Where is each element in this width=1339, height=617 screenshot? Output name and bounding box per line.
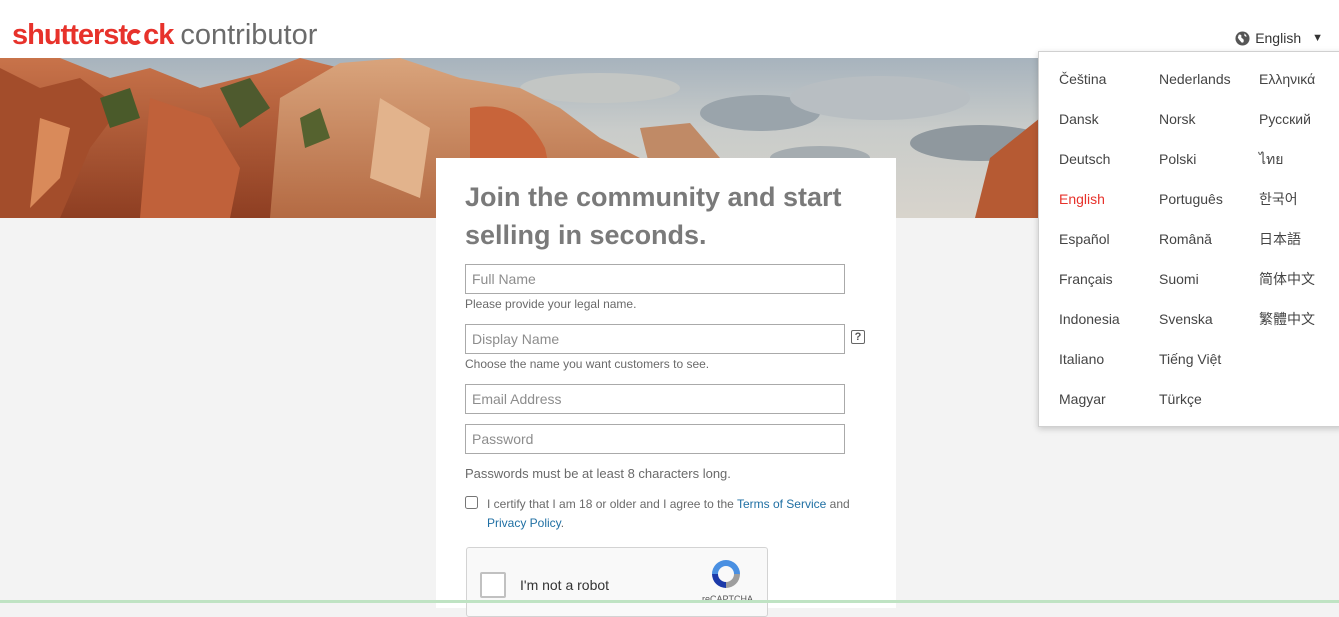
language-option[interactable]: Tiếng Việt xyxy=(1159,350,1231,390)
shutterstock-contributor-logo[interactable]: shutterst ck contributor xyxy=(12,19,317,53)
language-option[interactable]: ไทย xyxy=(1259,150,1315,190)
certify-checkbox[interactable] xyxy=(465,496,478,509)
signup-title: Join the community and start selling in … xyxy=(465,182,842,250)
terms-of-service-link[interactable]: Terms of Service xyxy=(737,497,826,511)
language-option[interactable]: Română xyxy=(1159,230,1231,270)
language-option[interactable]: 繁體中文 xyxy=(1259,310,1315,350)
language-option-selected[interactable]: English xyxy=(1059,190,1120,230)
recaptcha-checkbox[interactable] xyxy=(480,572,506,598)
language-selector-label: English xyxy=(1255,30,1302,46)
language-option[interactable]: Español xyxy=(1059,230,1120,270)
language-column-3: Ελληνικά Русский ไทย 한국어 日本語 简体中文 繁體中文 xyxy=(1259,70,1315,350)
language-option[interactable]: 한국어 xyxy=(1259,190,1315,230)
password-input[interactable] xyxy=(465,424,845,454)
certify-agreement: I certify that I am 18 or older and I ag… xyxy=(465,495,865,533)
language-column-2: Nederlands Norsk Polski Português Română… xyxy=(1159,70,1231,430)
language-option[interactable]: Dansk xyxy=(1059,110,1120,150)
language-option[interactable]: Polski xyxy=(1159,150,1231,190)
password-hint: Passwords must be at least 8 characters … xyxy=(465,466,731,481)
language-selector[interactable]: English ▼ xyxy=(1235,30,1323,46)
language-option[interactable]: Français xyxy=(1059,270,1120,310)
logo-sub: contributor xyxy=(180,19,318,51)
logo-brand: shutterst ck xyxy=(12,19,174,51)
language-option[interactable]: Nederlands xyxy=(1159,70,1231,110)
display-name-input[interactable] xyxy=(465,324,845,354)
recaptcha-widget: I'm not a robot reCAPTCHA xyxy=(466,547,768,617)
email-input[interactable] xyxy=(465,384,845,414)
recaptcha-logo-icon xyxy=(709,557,743,596)
full-name-hint: Please provide your legal name. xyxy=(465,297,637,311)
globe-icon xyxy=(1235,30,1250,46)
logo-shutter-icon xyxy=(127,29,144,45)
language-option[interactable]: Deutsch xyxy=(1059,150,1120,190)
language-option[interactable]: Svenska xyxy=(1159,310,1231,350)
language-option[interactable]: Türkçe xyxy=(1159,390,1231,430)
certify-text: I certify that I am 18 or older and I ag… xyxy=(487,497,850,530)
language-option[interactable]: Suomi xyxy=(1159,270,1231,310)
language-option[interactable]: Ελληνικά xyxy=(1259,70,1315,110)
language-option[interactable]: Русский xyxy=(1259,110,1315,150)
site-header: shutterst ck contributor English ▼ xyxy=(0,0,1339,58)
language-option[interactable]: Norsk xyxy=(1159,110,1231,150)
full-name-input[interactable] xyxy=(465,264,845,294)
display-name-hint: Choose the name you want customers to se… xyxy=(465,357,710,371)
chevron-down-icon: ▼ xyxy=(1312,32,1323,44)
language-option[interactable]: Italiano xyxy=(1059,350,1120,390)
language-dropdown-menu: Čeština Dansk Deutsch English Español Fr… xyxy=(1038,51,1339,427)
language-option[interactable]: Čeština xyxy=(1059,70,1120,110)
privacy-policy-link[interactable]: Privacy Policy xyxy=(487,516,561,530)
help-icon[interactable]: ? xyxy=(851,330,865,344)
signup-card: Join the community and start selling in … xyxy=(436,158,896,617)
language-option[interactable]: Português xyxy=(1159,190,1231,230)
language-column-1: Čeština Dansk Deutsch English Español Fr… xyxy=(1059,70,1120,430)
language-option[interactable]: 日本語 xyxy=(1259,230,1315,270)
recaptcha-label: I'm not a robot xyxy=(520,577,610,593)
language-option[interactable]: Magyar xyxy=(1059,390,1120,430)
language-option[interactable]: Indonesia xyxy=(1059,310,1120,350)
language-option[interactable]: 简体中文 xyxy=(1259,270,1315,310)
